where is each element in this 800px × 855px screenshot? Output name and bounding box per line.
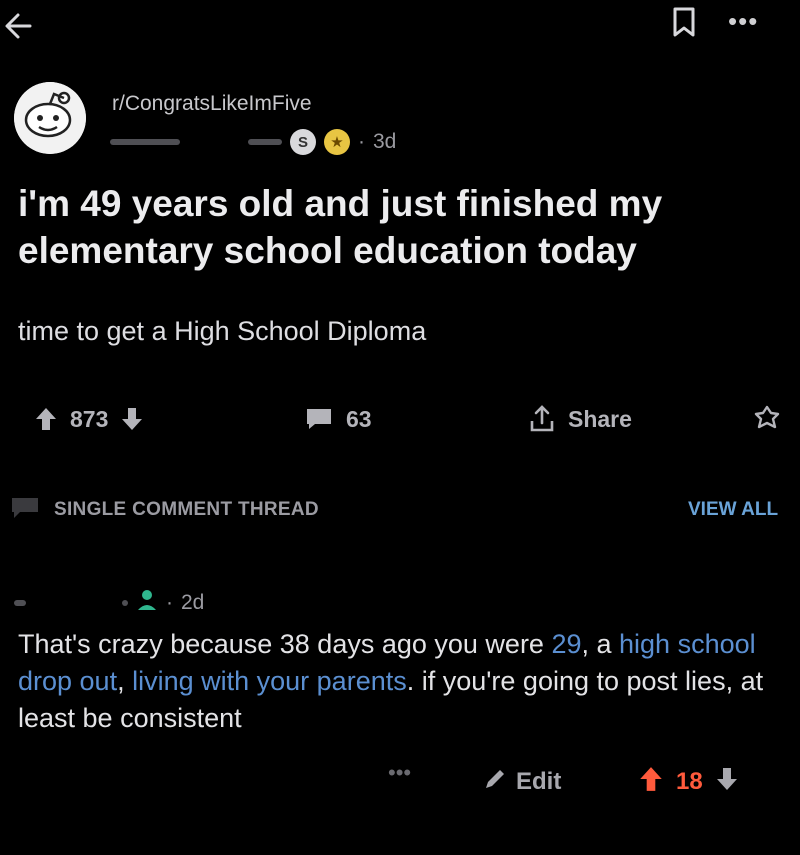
post-meta: S ★ · 3d (110, 128, 396, 156)
back-arrow-icon[interactable] (0, 4, 44, 48)
post-age: 3d (373, 130, 397, 153)
comment-vote-group: 18 (638, 762, 739, 802)
comment-icon (304, 406, 334, 432)
reddit-avatar-icon[interactable] (14, 82, 86, 154)
redacted-username (110, 139, 180, 145)
comment-link-parents[interactable]: living with your parents (132, 666, 407, 696)
single-comment-thread-label: SINGLE COMMENT THREAD (54, 499, 319, 520)
vote-group: 873 (34, 392, 144, 446)
comment-link-age[interactable]: 29 (551, 629, 581, 659)
comment-more-icon[interactable]: ••• (388, 760, 411, 786)
upvote-icon[interactable] (638, 765, 664, 800)
share-label: Share (568, 405, 632, 432)
upvote-icon[interactable] (34, 406, 58, 432)
upvote-count: 873 (70, 405, 109, 432)
award-button[interactable] (752, 392, 782, 446)
meta-separator: · (166, 591, 173, 614)
post-body: time to get a High School Diploma (18, 316, 427, 346)
more-icon[interactable]: ••• (728, 6, 758, 36)
downvote-icon[interactable] (715, 766, 739, 799)
comment-text: That's crazy because 38 days ago you wer… (18, 626, 788, 737)
comment-meta: · 2d (14, 588, 204, 618)
post-actions: 873 63 Share (0, 392, 800, 446)
comment-count: 63 (346, 405, 372, 432)
comment-text-part: , (117, 666, 133, 696)
edit-label: Edit (516, 768, 562, 795)
user-icon (136, 588, 158, 618)
bookmark-icon[interactable] (666, 4, 702, 40)
award-icon (752, 404, 782, 434)
downvote-icon[interactable] (120, 406, 144, 432)
top-bar: ••• (0, 0, 800, 60)
comment-text-part: , a (581, 629, 620, 659)
share-button[interactable]: Share (528, 392, 632, 446)
meta-separator: · (358, 130, 365, 153)
speech-bubble-icon (12, 498, 38, 518)
subreddit-name[interactable]: r/CongratsLikeImFive (112, 92, 312, 116)
redacted-commenter-dot (122, 600, 128, 606)
gold-award-icon: ★ (324, 129, 350, 155)
comments-button[interactable]: 63 (304, 392, 372, 446)
comment-vote-count: 18 (676, 768, 703, 795)
view-all-link[interactable]: VIEW ALL (688, 499, 778, 521)
redacted-flair (248, 139, 282, 145)
silver-award-icon: S (290, 129, 316, 155)
share-icon (528, 404, 556, 434)
comment-age: 2d (181, 591, 205, 614)
edit-button[interactable]: Edit (482, 762, 561, 802)
pencil-icon (482, 766, 508, 799)
post-title: i'm 49 years old and just finished my el… (18, 183, 663, 271)
comment-text-part: That's crazy because 38 days ago you wer… (18, 629, 552, 659)
redacted-commenter (14, 600, 26, 606)
